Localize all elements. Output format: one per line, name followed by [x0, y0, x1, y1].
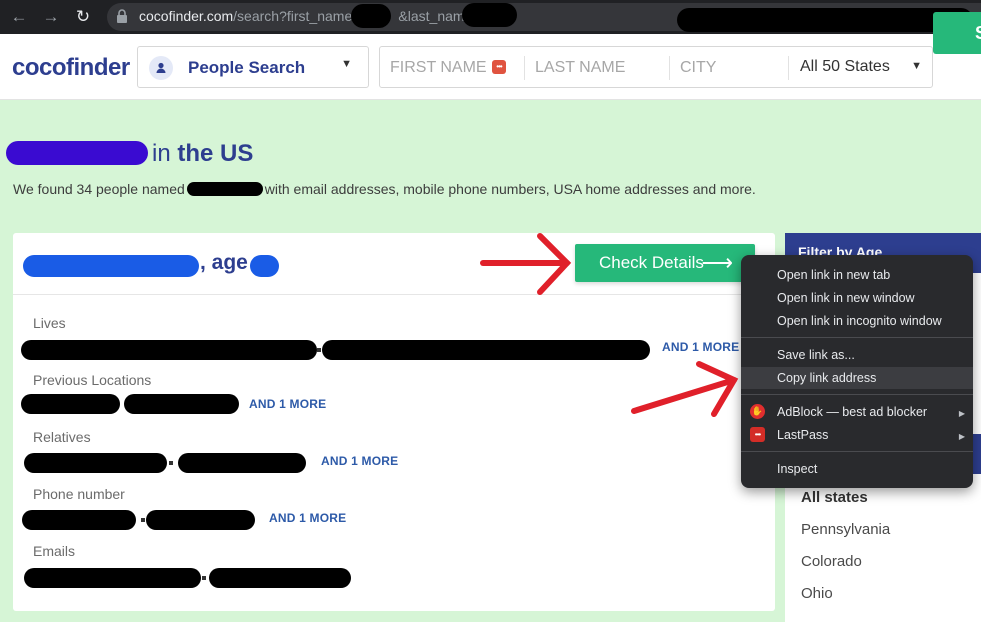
results-summary: We found 34 people named with email addre… — [13, 181, 756, 197]
reload-icon[interactable]: ↻ — [72, 6, 94, 28]
submenu-arrow-icon: ▶ — [958, 432, 965, 441]
previous-locations-label: Previous Locations — [33, 372, 152, 388]
redaction — [677, 8, 973, 32]
redaction — [22, 510, 136, 530]
menu-lastpass[interactable]: LastPass — [777, 428, 828, 442]
first-name-input[interactable]: FIRST NAME — [390, 59, 487, 77]
more-link[interactable]: AND 1 MORE — [249, 397, 326, 411]
menu-divider — [741, 451, 973, 452]
check-details-button[interactable]: Check Details ⟶ — [575, 244, 755, 282]
state-filter-item[interactable]: All states — [801, 489, 868, 506]
menu-divider — [741, 394, 973, 395]
relatives-label: Relatives — [33, 429, 91, 445]
redaction — [24, 568, 201, 588]
state-filter-item[interactable]: Ohio — [801, 585, 833, 602]
redaction — [209, 568, 351, 588]
separator-dot — [317, 348, 321, 352]
state-filter-item[interactable]: Pennsylvania — [801, 521, 890, 538]
forward-icon[interactable]: → — [40, 6, 62, 28]
redaction — [21, 340, 317, 360]
last-name-input[interactable]: LAST NAME — [535, 59, 625, 77]
redaction — [24, 453, 167, 473]
menu-adblock[interactable]: AdBlock — best ad blocker — [777, 405, 927, 419]
result-card: , age Check Details ⟶ Lives AND 1 MORE P… — [13, 233, 775, 611]
context-menu: Open link in new tab Open link in new wi… — [741, 255, 973, 488]
site-header: cocofinder People Search ▼ FIRST NAME ••… — [0, 34, 981, 100]
redaction — [6, 141, 148, 165]
separator-dot — [202, 576, 206, 580]
redaction — [322, 340, 650, 360]
state-filter-item[interactable]: Colorado — [801, 553, 862, 570]
redaction — [351, 4, 391, 28]
lastpass-icon: ••• — [750, 427, 765, 442]
state-select[interactable]: All 50 States — [800, 58, 890, 76]
lives-label: Lives — [33, 315, 66, 331]
submenu-arrow-icon: ▶ — [958, 409, 965, 418]
menu-open-new-tab[interactable]: Open link in new tab — [777, 268, 890, 282]
search-form: FIRST NAME ••• LAST NAME CITY All 50 Sta… — [379, 46, 933, 88]
separator-dot — [141, 518, 145, 522]
redaction — [462, 3, 517, 27]
site-logo[interactable]: cocofinder — [12, 54, 130, 82]
redaction — [124, 394, 239, 414]
adblock-icon: ✋ — [750, 404, 765, 419]
emails-label: Emails — [33, 543, 76, 559]
person-icon — [149, 56, 173, 80]
menu-save-link-as[interactable]: Save link as... — [777, 348, 855, 362]
card-header: , age Check Details ⟶ — [13, 233, 775, 295]
search-type-label: People Search — [188, 58, 306, 77]
lock-icon — [117, 9, 127, 23]
search-type-select[interactable]: People Search ▼ — [137, 46, 369, 88]
age-label: , age — [200, 251, 248, 274]
redaction — [178, 453, 306, 473]
more-link[interactable]: AND 1 MORE — [269, 511, 346, 525]
redaction — [146, 510, 255, 530]
field-divider — [788, 56, 789, 80]
password-manager-icon[interactable]: ••• — [492, 60, 506, 74]
arrow-right-icon: ⟶ — [701, 250, 733, 275]
menu-open-new-window[interactable]: Open link in new window — [777, 291, 915, 305]
search-button[interactable]: S — [933, 12, 981, 54]
field-divider — [524, 56, 525, 80]
menu-copy-link-address[interactable]: Copy link address — [777, 371, 876, 385]
redaction — [21, 394, 120, 414]
redaction — [250, 255, 279, 277]
url-text: cocofinder.com/search?first_name= &last_n… — [139, 8, 473, 24]
menu-open-incognito[interactable]: Open link in incognito window — [777, 314, 942, 328]
city-input[interactable]: CITY — [680, 59, 716, 77]
more-link[interactable]: AND 1 MORE — [321, 454, 398, 468]
separator-dot — [169, 461, 173, 465]
phone-number-label: Phone number — [33, 486, 125, 502]
back-icon[interactable]: ← — [8, 6, 30, 28]
results-heading: in the US — [6, 140, 253, 168]
menu-inspect[interactable]: Inspect — [777, 462, 817, 476]
field-divider — [669, 56, 670, 80]
redaction — [23, 255, 199, 277]
chevron-down-icon: ▼ — [911, 60, 922, 72]
redaction — [186, 182, 263, 196]
more-link[interactable]: AND 1 MORE — [662, 340, 739, 354]
chevron-down-icon: ▼ — [341, 58, 352, 70]
menu-divider — [741, 337, 973, 338]
